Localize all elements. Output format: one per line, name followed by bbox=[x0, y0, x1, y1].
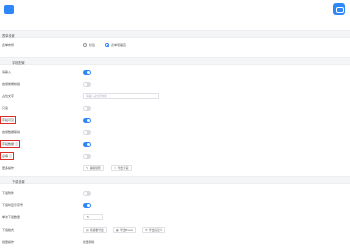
custom-export-button[interactable]: ☰ 导出自定义 bbox=[142, 227, 166, 233]
radio-vertical[interactable]: 表单项垂直 bbox=[105, 43, 126, 47]
quantity-input[interactable]: 5 bbox=[83, 214, 103, 220]
export-icon: ⇪ bbox=[114, 166, 117, 170]
radio-dot[interactable] bbox=[83, 43, 87, 47]
section-download-settings: 下载设置 bbox=[0, 176, 350, 184]
row-label: 请输入 bbox=[2, 70, 12, 74]
row-label-highlighted: 必填 ⓘ bbox=[0, 152, 14, 160]
export-fields-button[interactable]: ⇪ 导出字段 bbox=[111, 165, 132, 171]
table-icon: ▦ bbox=[116, 228, 119, 232]
cloud-icon[interactable] bbox=[333, 3, 345, 15]
toggle-switch[interactable] bbox=[83, 142, 91, 147]
toggle-switch[interactable] bbox=[83, 191, 91, 196]
section-field-config: 字段配置 bbox=[0, 57, 350, 65]
row-label: 下载附件 bbox=[2, 191, 15, 195]
row-label: 启用数据联动 bbox=[2, 130, 21, 134]
row-label: 下载时显示序号 bbox=[2, 203, 24, 207]
toggle-switch[interactable] bbox=[83, 130, 91, 135]
section-title: 下载设置 bbox=[12, 179, 25, 184]
row-label: 单次下载数量 bbox=[2, 215, 21, 219]
placeholder-input[interactable]: 请输入占位符内容 bbox=[83, 93, 159, 99]
format-label: 下载格式 bbox=[2, 228, 15, 232]
batch-label: 批量操作 bbox=[2, 240, 15, 244]
top-toolbar bbox=[0, 0, 350, 20]
batch-value[interactable]: 批量删除 bbox=[83, 240, 94, 244]
app-icon[interactable] bbox=[4, 5, 14, 14]
list-icon: ☰ bbox=[145, 228, 148, 232]
section-form-settings: 表单设置 bbox=[0, 30, 350, 38]
toggle-switch[interactable] bbox=[83, 154, 91, 159]
excel-export-button[interactable]: ▦ 导出Excel bbox=[113, 227, 136, 233]
edit-icon: ✎ bbox=[86, 166, 89, 170]
toggle-switch[interactable] bbox=[83, 82, 91, 87]
layout-radio-group: 标签 表单项垂直 bbox=[83, 43, 126, 47]
row-label: 只读 bbox=[2, 106, 9, 110]
radio-dot-checked[interactable] bbox=[105, 43, 110, 47]
edit-rules-button[interactable]: ✎ 编辑规则 bbox=[83, 165, 104, 171]
section-title: 字段配置 bbox=[12, 60, 25, 65]
toggle-switch[interactable] bbox=[83, 106, 91, 111]
row-label-highlighted: 字段可见 bbox=[0, 116, 17, 124]
actions-label: 更多操作 bbox=[2, 166, 15, 170]
row-label: 占位文字 bbox=[2, 94, 15, 98]
radio-label[interactable]: 标签 bbox=[83, 43, 95, 47]
template-export-button[interactable]: ▤ 按模板导出 bbox=[83, 227, 107, 233]
toggle-switch[interactable] bbox=[83, 70, 91, 75]
toggle-switch[interactable] bbox=[83, 203, 91, 208]
row-label: 启用前端校验 bbox=[2, 82, 21, 86]
section-title: 表单设置 bbox=[2, 33, 15, 38]
row-label-highlighted: 字段数据 ⓘ bbox=[0, 140, 20, 148]
toggle-switch[interactable] bbox=[83, 118, 91, 123]
file-icon: ▤ bbox=[86, 228, 89, 232]
layout-label: 表单布局 bbox=[2, 43, 15, 47]
